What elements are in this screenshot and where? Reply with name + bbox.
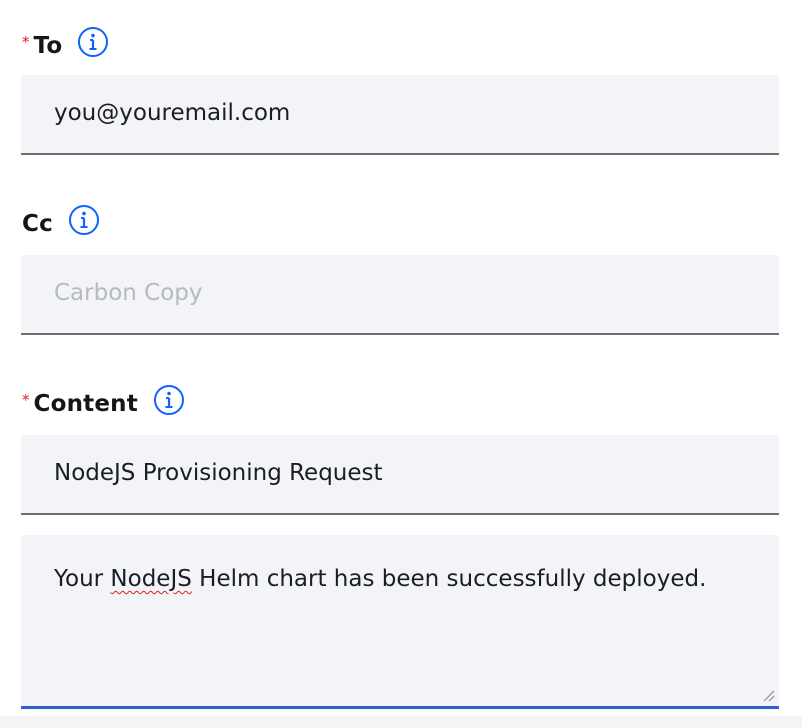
resize-handle-icon[interactable] bbox=[761, 688, 775, 702]
to-input[interactable]: you@youremail.com bbox=[21, 75, 779, 155]
content-label-row: * Content bbox=[22, 383, 186, 422]
subject-input[interactable]: NodeJS Provisioning Request bbox=[21, 435, 779, 515]
body-text-suffix: Helm chart has been successfully deploye… bbox=[191, 566, 707, 592]
info-icon-glyph bbox=[153, 385, 184, 415]
email-form: * To you@youremail.com Cc Carbon Copy * … bbox=[0, 0, 802, 728]
required-marker: * bbox=[22, 391, 30, 409]
cc-label-row: Cc bbox=[22, 203, 101, 242]
required-marker: * bbox=[22, 33, 30, 51]
info-icon-glyph bbox=[78, 27, 109, 57]
page-bottom-strip bbox=[0, 716, 802, 728]
info-icon[interactable] bbox=[76, 25, 110, 59]
misspelled-word: NodeJS bbox=[110, 566, 192, 592]
content-textarea[interactable]: Your NodeJS Helm chart has been successf… bbox=[21, 535, 779, 709]
body-text-prefix: Your bbox=[54, 566, 111, 592]
cc-label: Cc bbox=[22, 211, 53, 237]
content-label: Content bbox=[33, 391, 138, 417]
cc-input[interactable]: Carbon Copy bbox=[21, 255, 779, 335]
to-label-row: * To bbox=[22, 25, 110, 64]
info-icon[interactable] bbox=[67, 203, 101, 237]
info-icon-glyph bbox=[68, 205, 99, 235]
info-icon[interactable] bbox=[152, 383, 186, 417]
to-label: To bbox=[33, 33, 63, 59]
